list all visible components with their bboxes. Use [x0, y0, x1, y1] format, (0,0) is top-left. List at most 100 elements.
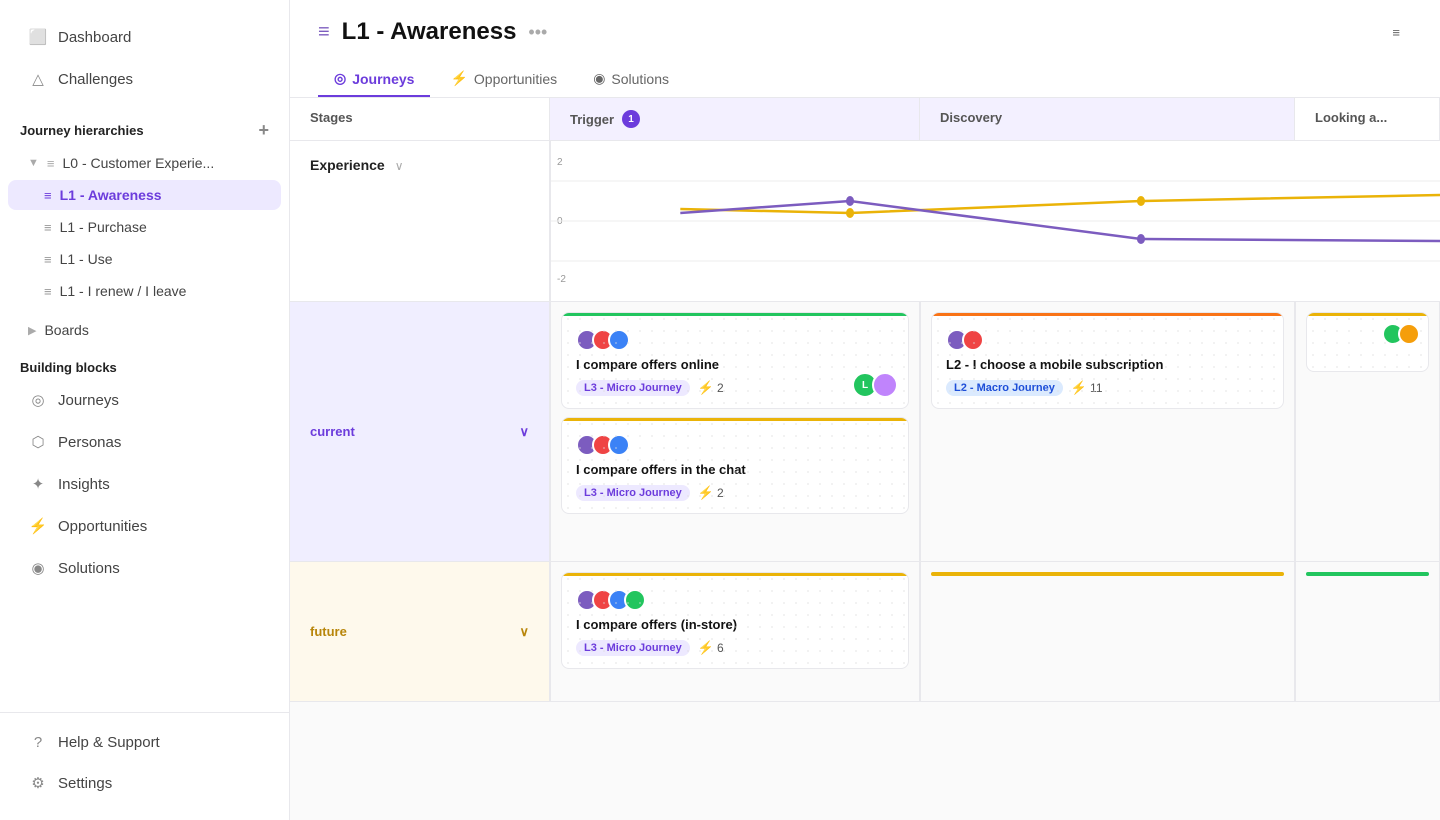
filter-icon: ≡ [1392, 25, 1400, 40]
personas-icon: ⬡ [28, 432, 48, 452]
sidebar-bottom: ? Help & Support ⚙ Settings [0, 712, 289, 804]
lightning-count: ⚡ 11 [1071, 380, 1103, 396]
sidebar-item-boards[interactable]: ▶ Boards [8, 315, 281, 345]
solutions-tab-icon: ◉ [593, 70, 605, 87]
challenges-icon: △ [28, 69, 48, 89]
journey-card-compare-online[interactable]: I compare offers online L3 - Micro Journ… [561, 312, 909, 409]
journey-card-mobile-subscription[interactable]: L2 - I choose a mobile subscription L2 -… [931, 312, 1284, 409]
section-title: Journey hierarchies [20, 123, 144, 138]
sidebar: ⬜ Dashboard △ Challenges Journey hierarc… [0, 0, 290, 820]
page-title: L1 - Awareness [342, 18, 517, 46]
last-col-partial [1306, 312, 1429, 372]
future-label-text: future [310, 624, 347, 639]
journey-card-compare-instore[interactable]: I compare offers (in-store) L3 - Micro J… [561, 572, 909, 669]
filter-button[interactable]: ≡ [1380, 19, 1412, 46]
journey-icon: ≡ [44, 284, 52, 299]
avatar [608, 329, 630, 351]
sidebar-item-label: Insights [58, 476, 110, 493]
future-discovery-cell [920, 562, 1295, 701]
help-icon: ? [28, 732, 48, 752]
future-label-cell[interactable]: future ∨ [290, 562, 550, 701]
settings-icon: ⚙ [28, 773, 48, 793]
chevron-right-icon: ▶ [28, 324, 36, 337]
tab-solutions[interactable]: ◉ Solutions [577, 62, 685, 97]
discovery-cards-cell: L2 - I choose a mobile subscription L2 -… [920, 302, 1295, 561]
sidebar-item-label: Dashboard [58, 29, 131, 46]
future-section: future ∨ I compare offers (in-st [290, 562, 1440, 702]
journey-hierarchies-section: Journey hierarchies + [0, 108, 289, 147]
card-avatars [946, 329, 984, 351]
experience-row: Experience ∨ 2 0 -2 [290, 141, 1440, 302]
sidebar-item-opportunities[interactable]: ⚡ Opportunities [8, 506, 281, 546]
sidebar-item-label: Solutions [58, 560, 120, 577]
card-title: I compare offers in the chat [576, 462, 894, 477]
future-last-cell [1295, 562, 1440, 701]
experience-label-cell: Experience ∨ [290, 141, 550, 301]
sidebar-item-dashboard[interactable]: ⬜ Dashboard [8, 17, 281, 57]
avatar [1398, 323, 1420, 345]
trigger-cards-cell: I compare offers online L3 - Micro Journ… [550, 302, 920, 561]
tab-label: Journeys [352, 71, 414, 87]
sidebar-item-challenges[interactable]: △ Challenges [8, 59, 281, 99]
opportunities-icon: ⚡ [28, 516, 48, 536]
tree-item-l1-purchase[interactable]: ≡ L1 - Purchase [8, 212, 281, 242]
card-meta: L3 - Micro Journey ⚡ 6 [576, 640, 894, 656]
sidebar-item-insights[interactable]: ✦ Insights [8, 464, 281, 504]
journey-badge: L3 - Micro Journey [576, 485, 690, 501]
sidebar-item-personas[interactable]: ⬡ Personas [8, 422, 281, 462]
chevron-down-icon: ∨ [395, 159, 404, 173]
discovery-column-header: Discovery [920, 98, 1295, 140]
main-header: ≡ L1 - Awareness ••• ≡ ◎ Journeys ⚡ Oppo… [290, 0, 1440, 98]
stages-column-header: Stages [290, 98, 550, 140]
journey-icon: ≡ [44, 252, 52, 267]
avatar [962, 329, 984, 351]
sidebar-item-label: Personas [58, 434, 121, 451]
trigger-column-header: Trigger 1 [550, 98, 920, 140]
card-top-border [1307, 313, 1428, 316]
tab-opportunities[interactable]: ⚡ Opportunities [434, 62, 573, 97]
tab-bar: ◎ Journeys ⚡ Opportunities ◉ Solutions [318, 62, 1412, 97]
tab-journeys[interactable]: ◎ Journeys [318, 62, 430, 97]
tree-item-label: L1 - Awareness [60, 187, 162, 203]
solutions-icon: ◉ [28, 558, 48, 578]
card-right-avatars: L [852, 372, 898, 398]
stages-header: Stages Trigger 1 Discovery Looking a... [290, 98, 1440, 141]
experience-chart [551, 141, 1440, 301]
lightning-icon: ⚡ [698, 640, 714, 656]
tree-item-l1-use[interactable]: ≡ L1 - Use [8, 244, 281, 274]
card-meta: L2 - Macro Journey ⚡ 11 [946, 380, 1269, 396]
chevron-down-icon: ∨ [519, 424, 529, 440]
current-label-cell[interactable]: current ∨ [290, 302, 550, 561]
avatar-photo [872, 372, 898, 398]
count-value: 11 [1090, 381, 1102, 395]
building-blocks-section: Building blocks [0, 346, 289, 379]
experience-label: Experience [310, 157, 385, 173]
card-title: L2 - I choose a mobile subscription [946, 357, 1269, 372]
card-partial-avatars [1382, 323, 1420, 345]
tree-item-l0[interactable]: ▼ ≡ L0 - Customer Experie... [8, 148, 281, 178]
tree-item-l1-renew[interactable]: ≡ L1 - I renew / I leave [8, 276, 281, 306]
last-cards-cell [1295, 302, 1440, 561]
sidebar-item-label: Challenges [58, 71, 133, 88]
sidebar-item-settings[interactable]: ⚙ Settings [8, 763, 281, 803]
more-options-button[interactable]: ••• [528, 22, 547, 43]
card-meta: L3 - Micro Journey ⚡ 2 [576, 380, 894, 396]
opportunities-tab-icon: ⚡ [450, 70, 467, 87]
tree-item-label: L0 - Customer Experie... [62, 155, 214, 171]
avatar [624, 589, 646, 611]
journeys-tab-icon: ◎ [334, 70, 346, 87]
tree-item-l1-awareness[interactable]: ≡ L1 - Awareness [8, 180, 281, 210]
add-hierarchy-button[interactable]: + [258, 120, 269, 141]
chevron-down-icon: ▼ [28, 157, 39, 169]
count-value: 6 [717, 641, 724, 655]
count-value: 2 [717, 381, 724, 395]
sidebar-item-solutions[interactable]: ◉ Solutions [8, 548, 281, 588]
sidebar-item-help[interactable]: ? Help & Support [8, 722, 281, 762]
sidebar-item-journeys[interactable]: ◎ Journeys [8, 380, 281, 420]
card-title: I compare offers (in-store) [576, 617, 894, 632]
sidebar-item-label: Help & Support [58, 734, 160, 751]
lightning-icon: ⚡ [698, 380, 714, 396]
journey-badge: L2 - Macro Journey [946, 380, 1063, 396]
journey-title-icon: ≡ [318, 21, 330, 44]
journey-card-compare-chat[interactable]: I compare offers in the chat L3 - Micro … [561, 417, 909, 514]
